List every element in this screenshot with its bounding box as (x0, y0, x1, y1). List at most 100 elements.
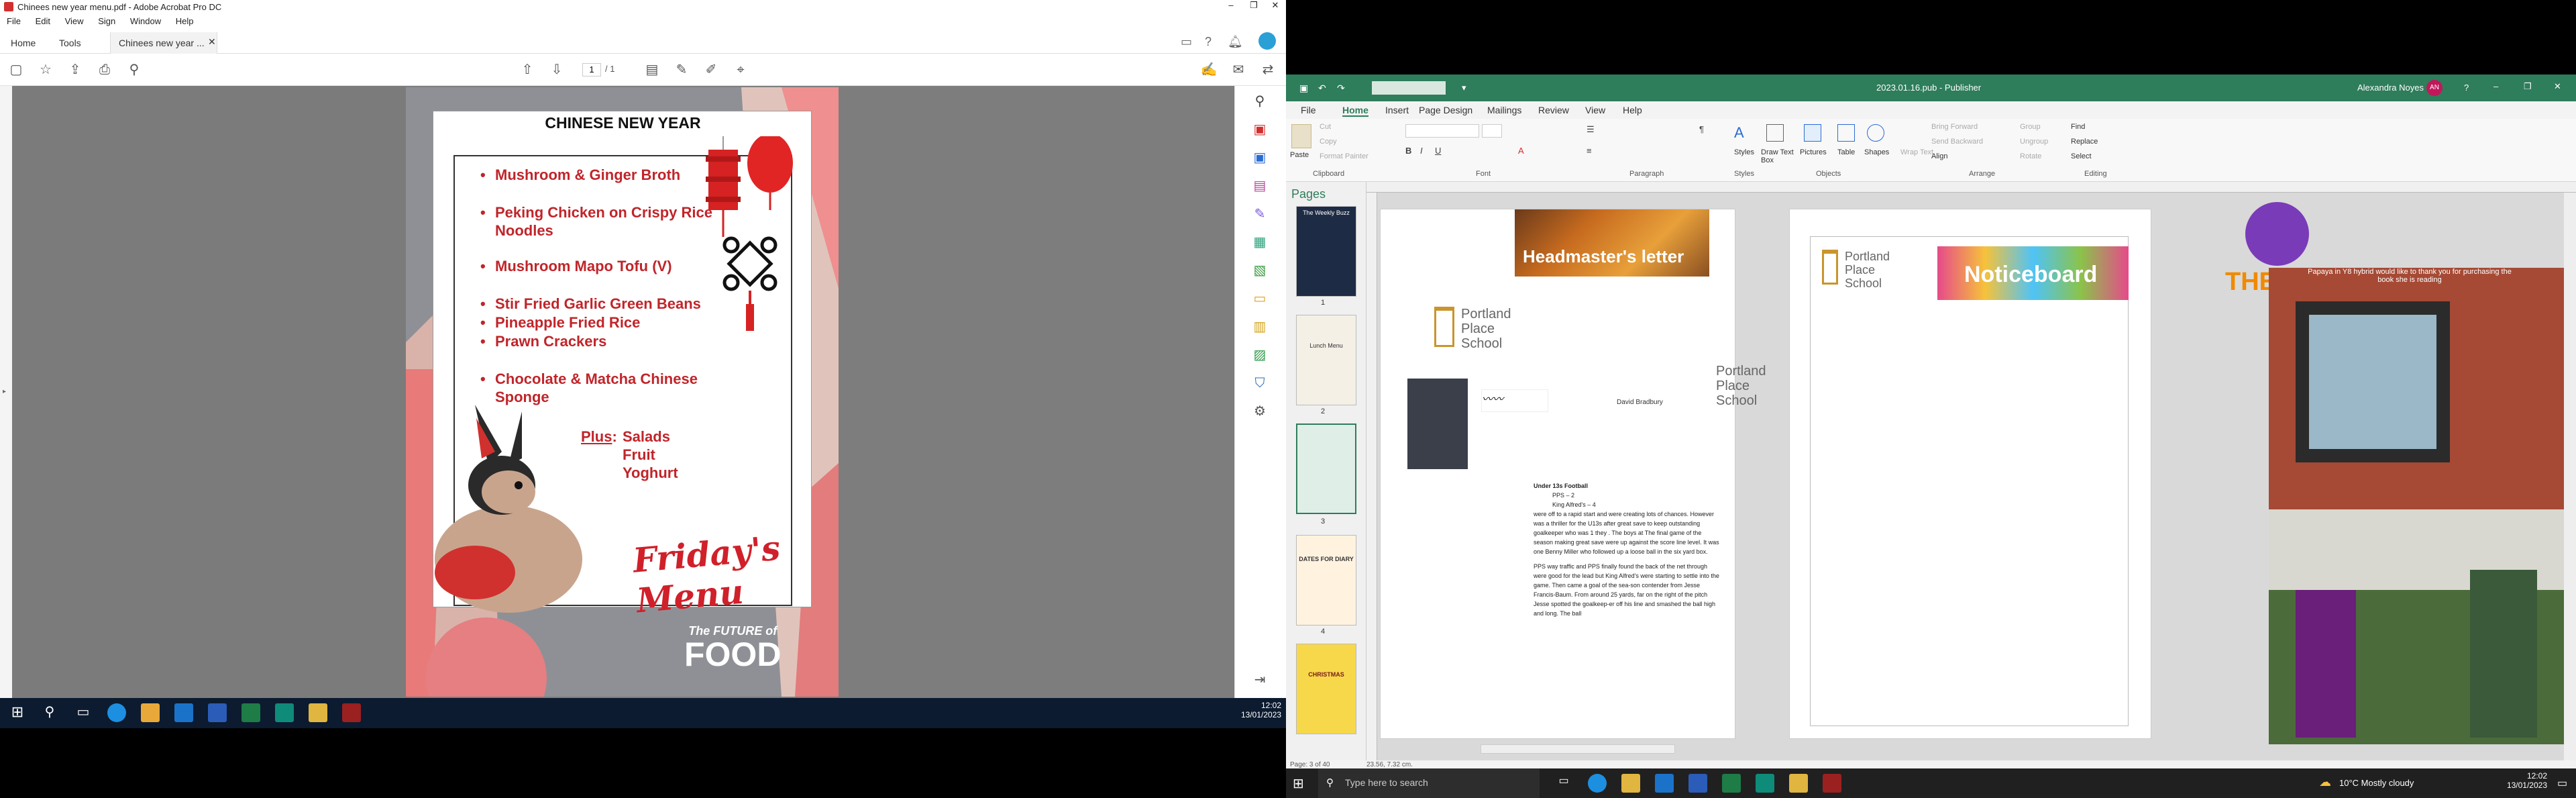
windows-start-icon[interactable]: ⊞ (1293, 775, 1304, 792)
customize-qa-icon[interactable]: ▾ (1462, 83, 1466, 93)
export-pdf-icon[interactable]: ▣ (1250, 119, 1270, 140)
zoom-in-icon[interactable]: ⚲ (1250, 91, 1270, 111)
italic-icon[interactable]: I (1420, 146, 1423, 156)
search-box[interactable]: ⚲ Type here to search (1318, 768, 1540, 798)
replace-button[interactable]: Replace (2071, 138, 2098, 146)
font-size-box[interactable] (1482, 124, 1502, 138)
page-thumbnail-2[interactable]: Lunch Menu (1296, 315, 1356, 405)
windows-start-icon[interactable]: ⊞ (8, 703, 27, 722)
explorer-icon[interactable] (1621, 774, 1640, 793)
tab-tools[interactable]: Tools (51, 32, 89, 54)
dancer-circle-image[interactable] (2245, 202, 2309, 266)
fill-sign-tool-icon[interactable]: ✎ (1250, 204, 1270, 224)
word-icon[interactable] (1688, 774, 1707, 793)
page-thumbnail-4[interactable]: DATES FOR DIARY (1296, 535, 1356, 626)
cut-button[interactable]: Cut (1320, 123, 1331, 131)
tab-page-design[interactable]: Page Design (1419, 105, 1472, 115)
highlight-icon[interactable]: ✐ (702, 60, 720, 79)
create-icon[interactable]: ▢ (7, 60, 25, 79)
publisher-icon[interactable] (241, 703, 260, 722)
table-button[interactable]: Table (1837, 148, 1855, 156)
publication-page-right[interactable]: Portland Place School Noticeboard (1789, 209, 2151, 739)
restore-icon[interactable]: ❐ (2524, 81, 2532, 92)
mail-icon[interactable]: ✉ (1229, 60, 1248, 79)
menu-file[interactable]: File (7, 16, 21, 26)
tab-document[interactable]: Chinees new year ... (110, 32, 217, 54)
menu-help[interactable]: Help (176, 16, 194, 26)
fill-sign-icon[interactable]: ✍ (1199, 60, 1218, 79)
wrap-text-button[interactable]: Wrap Text (1900, 148, 1933, 156)
paragraph-mark-icon[interactable]: ¶ (1699, 124, 1704, 134)
publisher-icon[interactable] (1722, 774, 1741, 793)
page-down-icon[interactable]: ⇩ (547, 60, 566, 79)
shapes-icon[interactable] (1867, 124, 1884, 142)
send-backward-button[interactable]: Send Backward (1931, 138, 1983, 146)
organize-icon[interactable]: ▦ (1250, 232, 1270, 252)
tab-home[interactable]: Home (1342, 105, 1368, 117)
menu-edit[interactable]: Edit (36, 16, 50, 26)
styles-icon[interactable]: A (1734, 124, 1744, 142)
save-icon[interactable]: ▣ (1299, 83, 1308, 94)
task-view-icon[interactable]: ▭ (74, 703, 93, 722)
table-icon[interactable] (1837, 124, 1855, 142)
publication-page-left[interactable]: Headmaster's letter Portland Place School … (1380, 209, 1766, 739)
copy-button[interactable]: Copy (1320, 138, 1337, 146)
combine-icon[interactable]: ▧ (1250, 260, 1270, 281)
explorer-icon[interactable] (309, 703, 327, 722)
protect-icon[interactable]: ⛉ (1250, 373, 1270, 393)
rotate-button[interactable]: Rotate (2020, 152, 2041, 160)
menu-window[interactable]: Window (130, 16, 161, 26)
more-tools-icon[interactable]: ⚙ (1250, 401, 1270, 421)
tab-help[interactable]: Help (1623, 105, 1642, 115)
students-photo[interactable] (2269, 509, 2574, 744)
zoom-icon[interactable]: ⚲ (125, 60, 144, 79)
task-view-icon[interactable]: ▭ (1554, 774, 1573, 793)
minimize-icon[interactable]: – (1221, 0, 1241, 10)
close-icon[interactable]: ✕ (2554, 81, 2561, 92)
page-number-input[interactable]: 1 (582, 63, 601, 77)
tab-review[interactable]: Review (1538, 105, 1569, 115)
ungroup-button[interactable]: Ungroup (2020, 138, 2048, 146)
stamp-icon[interactable]: ⌖ (731, 60, 750, 79)
draw-text-box-button[interactable]: Draw Text Box (1761, 148, 1794, 164)
vertical-scrollbar[interactable] (2564, 193, 2576, 760)
edit-pdf-icon[interactable]: ▤ (1250, 176, 1270, 196)
chat-icon[interactable]: ▭ (1181, 35, 1192, 49)
outlook-icon[interactable] (174, 703, 193, 722)
help-icon[interactable]: ? (1205, 35, 1212, 49)
redo-icon[interactable]: ↷ (1337, 83, 1345, 94)
print-icon[interactable]: ⎙ (95, 60, 114, 79)
find-button[interactable]: Find (2071, 123, 2085, 131)
collapse-panel-icon[interactable]: ⇥ (1250, 670, 1270, 690)
quick-access-box[interactable] (1372, 81, 1446, 95)
bell-icon[interactable]: 🔔︎ (1228, 35, 1243, 49)
create-pdf-icon[interactable]: ▣ (1250, 148, 1270, 168)
bookmark-star-icon[interactable]: ☆ (36, 60, 55, 79)
football-article[interactable]: Under 13s Football PPS – 2 King Alfred's… (1534, 481, 1721, 618)
word-icon[interactable] (208, 703, 227, 722)
page-thumbnail-5[interactable]: CHRISTMAS (1296, 644, 1356, 734)
mail-icon[interactable] (1655, 774, 1674, 793)
acrobat-icon[interactable] (342, 703, 361, 722)
user-name[interactable]: Alexandra Noyes (2357, 83, 2424, 93)
edge-icon[interactable] (1588, 774, 1607, 793)
tab-file[interactable]: File (1301, 105, 1316, 115)
page-up-icon[interactable]: ⇧ (518, 60, 537, 79)
comment-icon[interactable]: ▤ (643, 60, 661, 79)
share-icon[interactable]: ⇄ (1258, 60, 1277, 79)
tab-view[interactable]: View (1585, 105, 1605, 115)
edge-icon[interactable] (107, 703, 126, 722)
upload-icon[interactable]: ⇪ (66, 60, 85, 79)
select-button[interactable]: Select (2071, 152, 2092, 160)
weather-text[interactable]: 10°C Mostly cloudy (2339, 778, 2414, 788)
paste-button[interactable]: Paste (1290, 151, 1309, 159)
format-painter-button[interactable]: Format Painter (1320, 152, 1368, 160)
styles-button[interactable]: Styles (1734, 148, 1754, 156)
teams-icon[interactable] (1756, 774, 1774, 793)
font-name-box[interactable] (1405, 124, 1479, 138)
tab-close-icon[interactable]: ✕ (208, 36, 216, 48)
acrobat-icon[interactable] (1823, 774, 1841, 793)
menu-view[interactable]: View (65, 16, 84, 26)
print-production-icon[interactable]: ▨ (1250, 345, 1270, 365)
tab-insert[interactable]: Insert (1385, 105, 1409, 115)
